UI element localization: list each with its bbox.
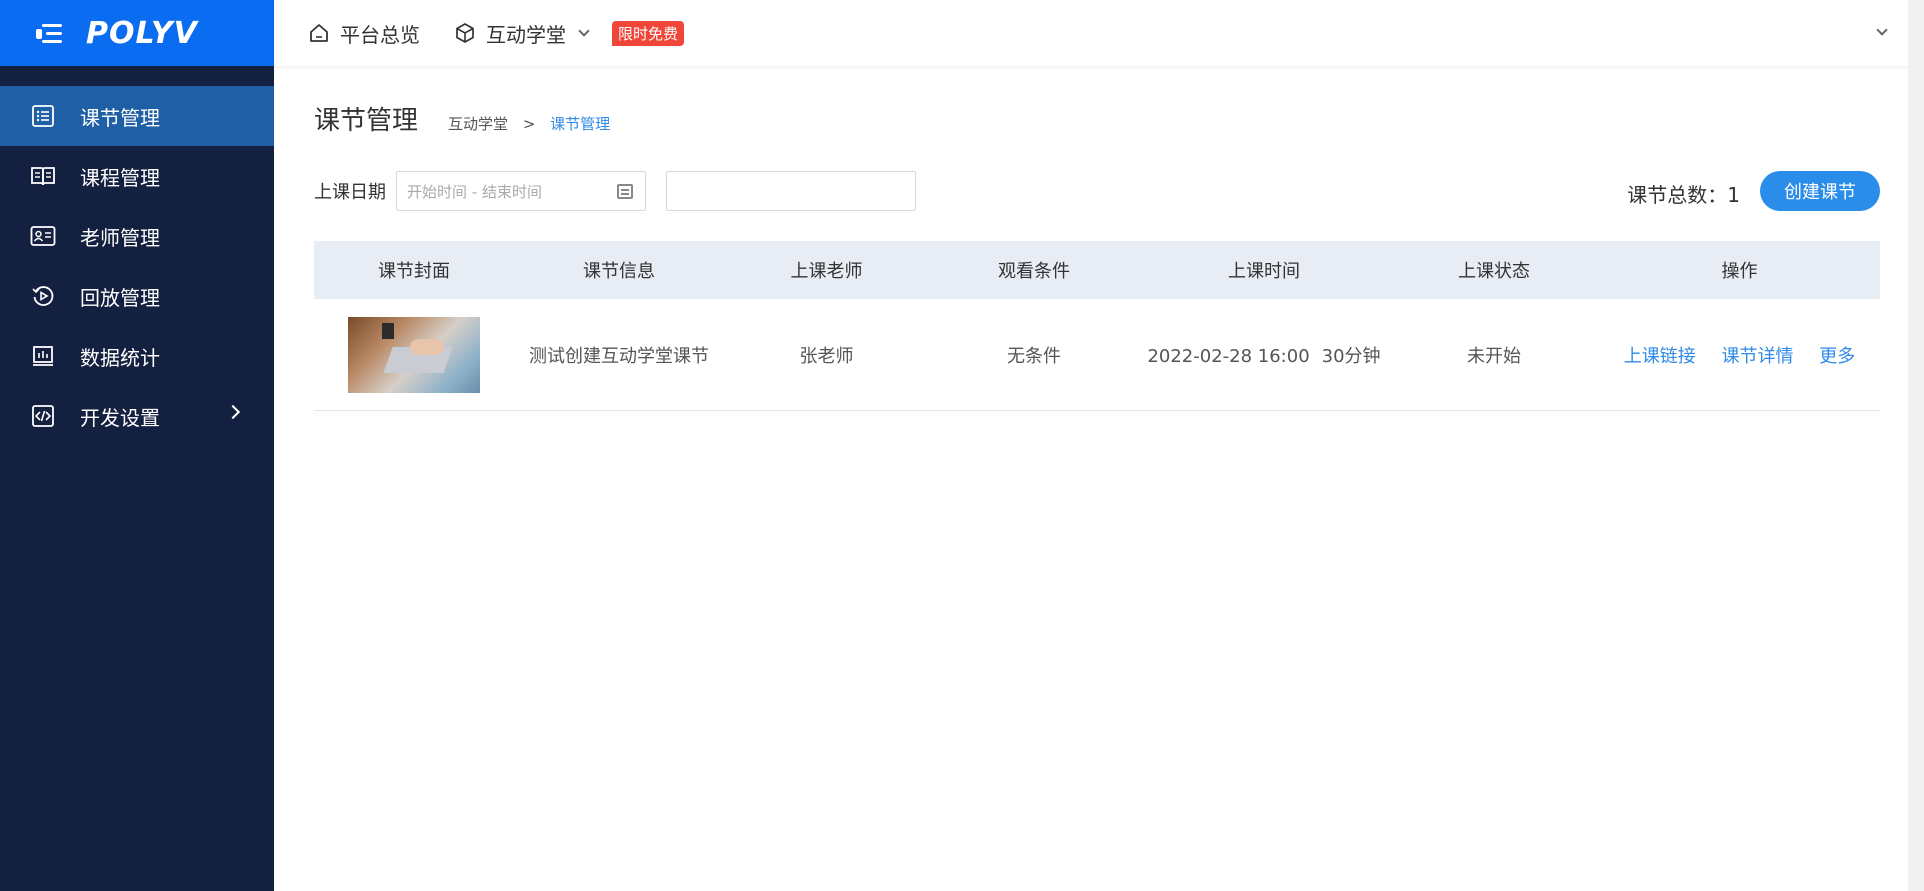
more-action[interactable]: 更多 xyxy=(1819,346,1855,367)
breadcrumb-item-product[interactable]: 互动学堂 xyxy=(448,115,508,133)
code-icon xyxy=(30,403,56,429)
chevron-right-icon xyxy=(225,404,241,420)
sidebar-item-replay-management[interactable]: 回放管理 xyxy=(0,266,274,326)
platform-overview-label: 平台总览 xyxy=(340,22,420,47)
search-input[interactable] xyxy=(666,171,916,211)
sidebar-item-lesson-management[interactable]: 课节管理 xyxy=(0,86,274,146)
sidebar-item-teacher-management[interactable]: 老师管理 xyxy=(0,206,274,266)
filter-row: 上课日期 开始时间 - 结束时间 课节总数：1 创建课节 xyxy=(314,171,1880,211)
cover-cell xyxy=(314,316,514,393)
cube-icon xyxy=(456,23,474,43)
lesson-time-cell: 2022-02-28 16:00 30分钟 xyxy=(1139,342,1389,368)
sidebar-item-label: 课程管理 xyxy=(80,165,160,190)
sidebar-nav: 课节管理 课程管理 老师管理 回放管理 数据统计 开发设置 xyxy=(0,86,274,446)
sidebar-item-label: 回放管理 xyxy=(80,285,160,310)
date-range-placeholder: 开始时间 - 结束时间 xyxy=(407,182,542,201)
lesson-total-label: 课节总数： xyxy=(1627,183,1728,207)
list-icon xyxy=(30,103,56,129)
page-title: 课节管理 xyxy=(314,106,419,136)
free-limited-badge: 限时免费 xyxy=(612,20,685,46)
product-switcher-label: 互动学堂 xyxy=(486,22,566,47)
lesson-total-count: 1 xyxy=(1727,183,1740,207)
brand-bar: POLYV xyxy=(0,0,274,66)
id-card-icon xyxy=(30,223,56,249)
sidebar-item-label: 数据统计 xyxy=(80,345,160,370)
sidebar-item-course-management[interactable]: 课程管理 xyxy=(0,146,274,206)
column-header-status: 上课状态 xyxy=(1458,261,1530,282)
platform-overview-link[interactable]: 平台总览 xyxy=(308,19,420,48)
sidebar: POLYV 课节管理 课程管理 老师管理 回放管理 数据统计 开发设置 xyxy=(0,0,274,891)
date-filter-label: 上课日期 xyxy=(314,182,386,203)
lesson-duration: 30分钟 xyxy=(1321,345,1381,367)
sidebar-item-dev-settings[interactable]: 开发设置 xyxy=(0,386,274,446)
date-range-input[interactable]: 开始时间 - 结束时间 xyxy=(396,171,646,211)
table-header: 课节封面 课节信息 上课老师 观看条件 上课时间 上课状态 操作 xyxy=(314,241,1880,299)
lesson-detail-action[interactable]: 课节详情 xyxy=(1722,346,1794,367)
lesson-teacher: 张老师 xyxy=(799,345,854,367)
home-icon xyxy=(310,24,328,42)
class-link-action[interactable]: 上课链接 xyxy=(1624,346,1696,367)
create-lesson-button[interactable]: 创建课节 xyxy=(1760,171,1880,211)
polyv-logo: POLYV xyxy=(86,15,198,51)
breadcrumb-separator: > xyxy=(522,115,536,133)
main-content: 课节管理 互动学堂 > 课节管理 上课日期 开始时间 - 结束时间 课节总数：1… xyxy=(314,66,1880,411)
column-header-condition: 观看条件 xyxy=(998,261,1070,282)
column-header-cover: 课节封面 xyxy=(378,261,450,282)
sidebar-item-label: 课节管理 xyxy=(80,105,160,130)
sidebar-item-data-statistics[interactable]: 数据统计 xyxy=(0,326,274,386)
column-header-info: 课节信息 xyxy=(583,261,655,282)
chart-icon xyxy=(30,343,56,369)
lesson-cover-image[interactable] xyxy=(348,316,480,393)
book-icon xyxy=(30,163,56,189)
page-scrollbar[interactable] xyxy=(1908,0,1924,891)
column-header-teacher: 上课老师 xyxy=(790,261,863,282)
account-dropdown-chevron-icon[interactable] xyxy=(1876,24,1888,36)
calendar-icon xyxy=(617,184,633,199)
lesson-condition: 无条件 xyxy=(1007,345,1061,367)
replay-icon xyxy=(30,283,56,309)
product-switcher[interactable]: 互动学堂 xyxy=(454,19,590,48)
chevron-down-icon xyxy=(578,24,590,37)
title-row: 课节管理 互动学堂 > 课节管理 xyxy=(314,100,1880,137)
sidebar-item-label: 开发设置 xyxy=(80,405,160,430)
breadcrumb-item-current: 课节管理 xyxy=(550,115,611,133)
table-row: 测试创建互动学堂课节 张老师 无条件 2022-02-28 16:00 30分钟 … xyxy=(314,299,1880,411)
top-bar: 平台总览 互动学堂 限时免费 xyxy=(274,0,1924,66)
actions-cell: 上课链接 课节详情 更多 xyxy=(1599,342,1880,368)
breadcrumb: 互动学堂 > 课节管理 xyxy=(448,113,610,134)
column-header-time: 上课时间 xyxy=(1228,261,1300,282)
lesson-total: 课节总数：1 xyxy=(1627,179,1740,208)
sidebar-item-label: 老师管理 xyxy=(80,225,160,250)
lesson-status: 未开始 xyxy=(1467,345,1521,367)
lesson-start-time: 2022-02-28 16:00 xyxy=(1147,345,1310,367)
lesson-table: 课节封面 课节信息 上课老师 观看条件 上课时间 上课状态 操作 测试创建互动学… xyxy=(314,241,1880,411)
lesson-info: 测试创建互动学堂课节 xyxy=(529,345,709,367)
menu-collapse-icon[interactable] xyxy=(36,22,62,44)
column-header-actions: 操作 xyxy=(1721,261,1758,282)
